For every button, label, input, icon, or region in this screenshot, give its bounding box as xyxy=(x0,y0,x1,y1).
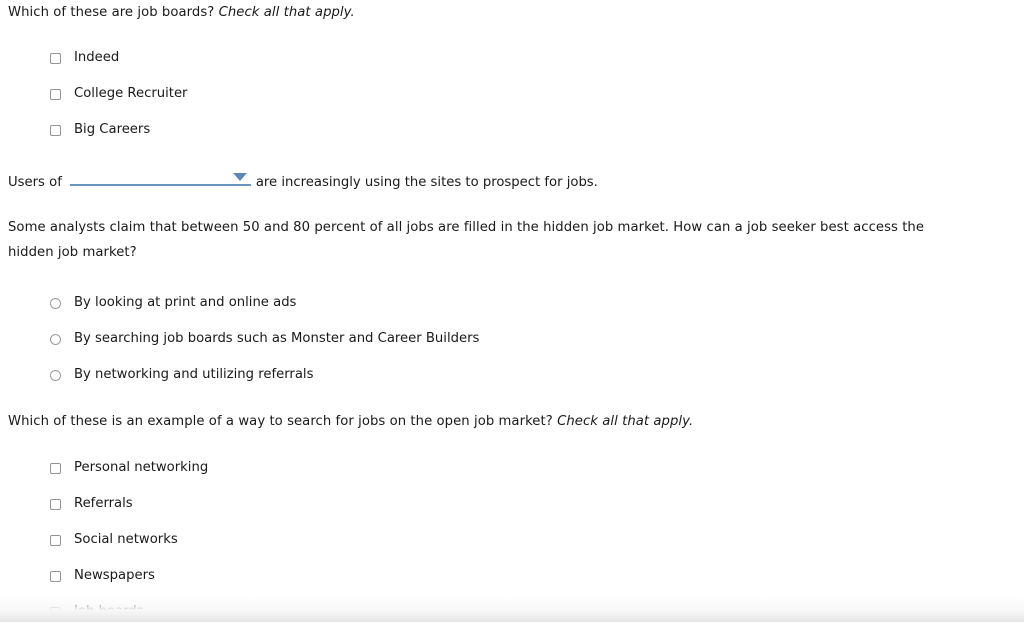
question-block-4: Which of these is an example of a way to… xyxy=(0,409,1024,630)
checkbox-option-referrals[interactable]: Referrals xyxy=(0,486,1024,522)
checkbox-icon[interactable] xyxy=(50,534,61,546)
checkbox-option-social-networks[interactable]: Social networks xyxy=(0,522,1024,558)
question-block-1: Which of these are job boards? Check all… xyxy=(0,0,1024,148)
option-label: By networking and utilizing referrals xyxy=(74,367,314,383)
checkbox-icon[interactable] xyxy=(50,124,61,136)
checkbox-icon[interactable] xyxy=(50,462,61,474)
checkbox-icon[interactable] xyxy=(50,52,61,64)
checkbox-icon[interactable] xyxy=(50,606,61,618)
checkbox-option-indeed[interactable]: Indeed xyxy=(0,40,1024,76)
checkbox-option-big-careers[interactable]: Big Careers xyxy=(0,112,1024,148)
checkbox-icon[interactable] xyxy=(50,570,61,582)
quiz-page: Which of these are job boards? Check all… xyxy=(0,0,1024,622)
question-block-2: Users of are increasingly using the site… xyxy=(0,170,1024,189)
radio-icon[interactable] xyxy=(50,297,61,309)
question-1-prompt-emphasis: Check all that apply. xyxy=(218,5,355,20)
checkbox-icon[interactable] xyxy=(50,498,61,510)
radio-option-print-and-online-ads[interactable]: By looking at print and online ads xyxy=(0,285,1024,321)
question-1-options: Indeed College Recruiter Big Careers xyxy=(0,40,1024,148)
fill-in-lead-text: Users of xyxy=(8,175,62,190)
question-1-prompt-text: Which of these are job boards? xyxy=(8,5,215,20)
radio-option-networking-referrals[interactable]: By networking and utilizing referrals xyxy=(0,357,1024,393)
question-block-3: Some analysts claim that between 50 and … xyxy=(0,215,1024,393)
checkbox-option-newspapers[interactable]: Newspapers xyxy=(0,558,1024,594)
checkbox-option-job-boards[interactable]: Job boards xyxy=(0,594,1024,630)
option-label: Indeed xyxy=(74,50,120,66)
option-label: By searching job boards such as Monster … xyxy=(74,331,480,347)
checkbox-option-personal-networking[interactable]: Personal networking xyxy=(0,450,1024,486)
option-label: Referrals xyxy=(74,496,133,512)
radio-icon[interactable] xyxy=(50,333,61,345)
option-label: Social networks xyxy=(74,532,178,548)
question-4-prompt-text: Which of these is an example of a way to… xyxy=(8,414,553,429)
chevron-down-icon[interactable] xyxy=(232,173,247,181)
option-label: Job boards xyxy=(74,604,144,620)
dropdown-select[interactable] xyxy=(69,170,251,186)
question-3-prompt: Some analysts claim that between 50 and … xyxy=(0,215,1024,265)
question-3-options: By looking at print and online ads By se… xyxy=(0,285,1024,393)
option-label: By looking at print and online ads xyxy=(74,295,297,311)
option-label: Big Careers xyxy=(74,122,151,138)
option-label: Personal networking xyxy=(74,460,209,476)
question-1-prompt: Which of these are job boards? Check all… xyxy=(0,0,1024,25)
question-4-options: Personal networking Referrals Social net… xyxy=(0,450,1024,630)
checkbox-option-college-recruiter[interactable]: College Recruiter xyxy=(0,76,1024,112)
fill-in-trail-text: are increasingly using the sites to pros… xyxy=(255,175,598,190)
checkbox-icon[interactable] xyxy=(50,88,61,100)
option-label: College Recruiter xyxy=(74,86,188,102)
question-3-prompt-text: Some analysts claim that between 50 and … xyxy=(8,220,925,260)
question-4-prompt: Which of these is an example of a way to… xyxy=(0,409,1024,434)
question-4-prompt-emphasis: Check all that apply. xyxy=(557,414,694,429)
radio-option-searching-job-boards[interactable]: By searching job boards such as Monster … xyxy=(0,321,1024,357)
option-label: Newspapers xyxy=(74,568,155,584)
radio-icon[interactable] xyxy=(50,369,61,381)
fill-in-sentence: Users of are increasingly using the site… xyxy=(0,170,1024,189)
